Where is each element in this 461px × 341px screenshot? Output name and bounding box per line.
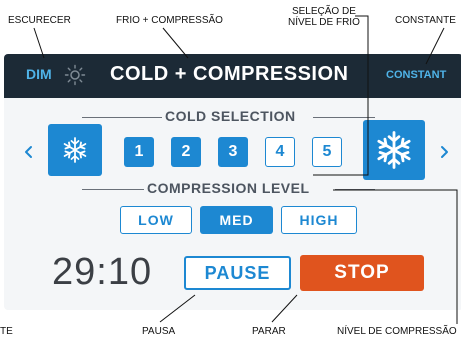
callout-pause: PAUSA	[142, 326, 176, 337]
cold-min-snowflake-button[interactable]	[48, 124, 102, 176]
cold-level-2-button[interactable]: 2	[171, 137, 201, 167]
cold-max-snowflake-button[interactable]	[363, 120, 425, 180]
stop-button[interactable]: STOP	[300, 255, 424, 291]
callout-constant: CONSTANTE	[395, 15, 456, 26]
dim-button[interactable]: DIM	[26, 66, 52, 82]
callout-left-cut: TE	[0, 326, 13, 337]
cold-section-rule-right	[313, 117, 375, 118]
callout-stop: PARAR	[252, 326, 286, 337]
timer-display: 29:10	[52, 251, 153, 293]
device-panel: DIM COLD + COMPRESSION CONSTANT COLD SEL…	[4, 54, 461, 310]
cold-level-5-button[interactable]: 5	[312, 137, 342, 167]
snowflake-large-icon	[377, 131, 411, 169]
callout-dim: ESCURECER	[8, 15, 71, 26]
cold-level-4-button[interactable]: 4	[265, 137, 295, 167]
compression-low-button[interactable]: LOW	[120, 206, 192, 234]
callout-cold-level-line2: NÍVEL DE FRIO	[288, 17, 360, 28]
compression-level-label: COMPRESSION LEVEL	[147, 180, 310, 196]
callout-cold-level: SELEÇÃO DE NÍVEL DE FRIO	[288, 6, 360, 28]
compression-section-rule-right	[335, 189, 375, 190]
callout-mode: FRIO + COMPRESSÃO	[116, 15, 223, 26]
mode-title: COLD + COMPRESSION	[110, 63, 349, 85]
brightness-icon[interactable]	[64, 64, 86, 86]
constant-button[interactable]: CONSTANT	[386, 69, 446, 81]
pause-button[interactable]: PAUSE	[184, 256, 291, 290]
cold-increase-arrow-icon[interactable]	[437, 145, 451, 159]
cold-decrease-arrow-icon[interactable]	[22, 145, 36, 159]
callout-compression-level: NÍVEL DE COMPRESSÃO	[337, 326, 457, 337]
cold-level-1-button[interactable]: 1	[124, 137, 154, 167]
compression-med-button[interactable]: MED	[200, 206, 273, 234]
compression-section-rule-left	[82, 189, 144, 190]
cold-selection-label: COLD SELECTION	[165, 108, 296, 124]
compression-high-button[interactable]: HIGH	[281, 206, 357, 234]
snowflake-small-icon	[63, 137, 87, 163]
cold-section-rule-left	[82, 117, 162, 118]
callout-cold-level-line1: SELEÇÃO DE	[291, 6, 356, 17]
header-bar: DIM COLD + COMPRESSION CONSTANT	[4, 54, 461, 98]
cold-level-3-button[interactable]: 3	[218, 137, 248, 167]
